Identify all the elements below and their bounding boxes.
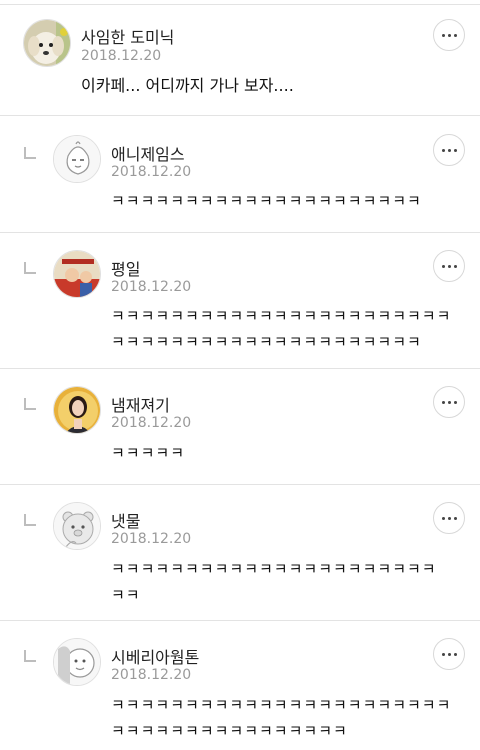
reply-arrow-icon: [24, 514, 36, 526]
comment-author[interactable]: 평일: [111, 256, 140, 280]
more-dots-icon: [441, 400, 445, 404]
poster-avatar-icon[interactable]: [53, 250, 101, 298]
comment-date: 2018.12.20: [111, 667, 192, 683]
comment-item: 사임한 도미닉 2018.12.20 이카페... 어디까지 가나 보자....: [0, 5, 480, 116]
reply-arrow-icon: [24, 262, 36, 274]
more-options-button[interactable]: [433, 250, 465, 282]
comment-text: ㅋㅋㅋㅋㅋㅋㅋㅋㅋㅋㅋㅋㅋㅋㅋㅋㅋㅋㅋㅋㅋㅋㅋㅋ: [111, 560, 437, 604]
reply-item: 냄재져기 2018.12.20 ㅋㅋㅋㅋㅋ: [0, 370, 480, 485]
comment-author[interactable]: 시베리아웜톤: [111, 644, 199, 668]
bear-avatar-icon[interactable]: [53, 502, 101, 550]
reply-item: 시베리아웜톤 2018.12.20 ㅋㅋㅋㅋㅋㅋㅋㅋㅋㅋㅋㅋㅋㅋㅋㅋㅋㅋㅋㅋㅋㅋ…: [0, 622, 480, 750]
reply-item: 애니제임스 2018.12.20 ㅋㅋㅋㅋㅋㅋㅋㅋㅋㅋㅋㅋㅋㅋㅋㅋㅋㅋㅋㅋㅋ: [0, 117, 480, 233]
comment-author[interactable]: 애니제임스: [111, 141, 185, 165]
comment-date: 2018.12.20: [111, 279, 192, 295]
puppy-avatar-icon[interactable]: [23, 19, 71, 67]
more-options-button[interactable]: [433, 386, 465, 418]
more-dots-icon: [441, 264, 445, 268]
more-options-button[interactable]: [433, 638, 465, 670]
more-dots-icon: [441, 33, 445, 37]
comment-text: ㅋㅋㅋㅋㅋㅋㅋㅋㅋㅋㅋㅋㅋㅋㅋㅋㅋㅋㅋㅋㅋㅋㅋㅋㅋㅋㅋㅋㅋㅋㅋㅋㅋㅋㅋㅋㅋㅋㅋㅋ…: [111, 307, 452, 351]
reply-item: 냇물 2018.12.20 ㅋㅋㅋㅋㅋㅋㅋㅋㅋㅋㅋㅋㅋㅋㅋㅋㅋㅋㅋㅋㅋㅋㅋㅋ: [0, 486, 480, 621]
comment-date: 2018.12.20: [111, 531, 192, 547]
comment-author[interactable]: 냄재져기: [111, 392, 170, 416]
more-dots-icon: [441, 652, 445, 656]
reply-arrow-icon: [24, 398, 36, 410]
reply-arrow-icon: [24, 147, 36, 159]
comment-date: 2018.12.20: [81, 48, 162, 64]
more-options-button[interactable]: [433, 502, 465, 534]
comment-date: 2018.12.20: [111, 415, 192, 431]
comment-date: 2018.12.20: [111, 164, 192, 180]
more-dots-icon: [441, 516, 445, 520]
more-options-button[interactable]: [433, 19, 465, 51]
character-avatar-icon[interactable]: [53, 638, 101, 686]
more-options-button[interactable]: [433, 134, 465, 166]
reply-arrow-icon: [24, 650, 36, 662]
comment-author[interactable]: 사임한 도미닉: [81, 24, 174, 48]
more-dots-icon: [441, 148, 445, 152]
reply-item: 평일 2018.12.20 ㅋㅋㅋㅋㅋㅋㅋㅋㅋㅋㅋㅋㅋㅋㅋㅋㅋㅋㅋㅋㅋㅋㅋㅋㅋㅋ…: [0, 234, 480, 369]
comment-text: 이카페... 어디까지 가나 보자....: [81, 76, 294, 95]
person-avatar-icon[interactable]: [53, 386, 101, 434]
comment-text: ㅋㅋㅋㅋㅋㅋㅋㅋㅋㅋㅋㅋㅋㅋㅋㅋㅋㅋㅋㅋㅋ: [111, 192, 422, 210]
comment-author[interactable]: 냇물: [111, 508, 140, 532]
comment-text: ㅋㅋㅋㅋㅋ: [111, 444, 186, 462]
comment-text: ㅋㅋㅋㅋㅋㅋㅋㅋㅋㅋㅋㅋㅋㅋㅋㅋㅋㅋㅋㅋㅋㅋㅋㅋㅋㅋㅋㅋㅋㅋㅋㅋㅋㅋㅋㅋㅋㅋㅋ: [111, 696, 452, 740]
cartoon-avatar-icon[interactable]: [53, 135, 101, 183]
